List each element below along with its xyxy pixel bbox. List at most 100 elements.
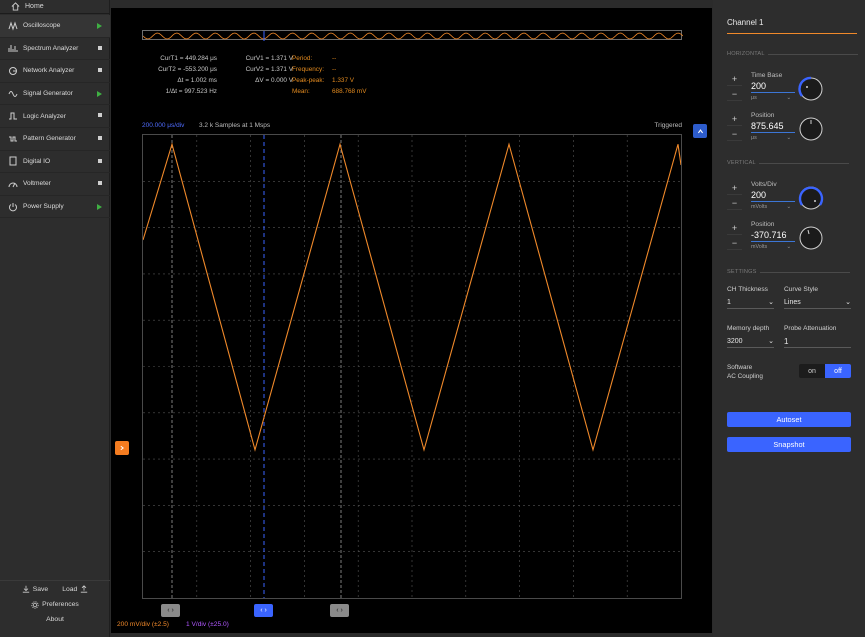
cursor-dt: Δt = 1.002 ms [177, 77, 217, 84]
sidebar-item-oscilloscope[interactable]: Oscilloscope [0, 15, 110, 38]
gear-icon [31, 600, 39, 609]
stop-status-icon[interactable] [98, 135, 102, 140]
sidebar-item-network-analyzer[interactable]: Network Analyzer [0, 60, 110, 83]
home-icon [11, 2, 20, 11]
v-position-knob[interactable] [798, 225, 824, 251]
sidebar-item-voltmeter[interactable]: Voltmeter [0, 173, 110, 196]
ac-coupling-toggle[interactable]: on off [799, 364, 851, 378]
curve-style-select[interactable]: Curve Style Lines ⌄ [784, 286, 851, 309]
run-status-icon[interactable] [97, 23, 102, 29]
sidebar-item-signal-generator[interactable]: Signal Generator [0, 83, 110, 106]
memory-depth-value: 3200 [727, 338, 743, 345]
volts-div-unit-select[interactable]: mVolts ⌄ [751, 204, 791, 210]
curve-style-value: Lines [784, 299, 801, 306]
sidebar-item-label: Signal Generator [23, 90, 73, 98]
sidebar-item-power-supply[interactable]: Power Supply [0, 196, 110, 219]
sidebar-item-label: Spectrum Analyzer [23, 44, 79, 52]
run-status-icon[interactable] [97, 90, 102, 97]
trigger-position-handle[interactable]: ‹ › [254, 604, 273, 617]
chevron-up-icon [697, 128, 703, 133]
v-position-minus-button[interactable]: − [727, 237, 742, 250]
channel-title-underline [727, 33, 857, 34]
sidebar-item-label: Network Analyzer [23, 67, 75, 75]
drag-arrows-icon: ‹ › [167, 607, 174, 614]
channel1-scale: 200 mV/div (±2.5) [117, 621, 169, 628]
home-button[interactable]: Home [0, 0, 110, 14]
ch-thickness-select[interactable]: CH Thickness 1 ⌄ [727, 286, 774, 309]
chevron-down-icon: ⌄ [768, 338, 774, 345]
network-icon [8, 66, 18, 76]
sidebar-item-logic-analyzer[interactable]: Logic Analyzer [0, 105, 110, 128]
v-position-plus-button[interactable]: + [727, 222, 742, 235]
h-position-label: Position [751, 112, 775, 119]
channel1-offset-handle[interactable] [115, 441, 129, 455]
sidebar-item-label: Voltmeter [23, 180, 51, 188]
run-status-icon[interactable] [97, 203, 102, 210]
preferences-button[interactable]: Preferences [0, 597, 110, 612]
sidebar-item-label: Pattern Generator [23, 135, 76, 143]
probe-attenuation-input[interactable]: 1 [784, 335, 851, 348]
voltmeter-icon [8, 179, 18, 189]
load-button[interactable]: Load [62, 585, 88, 593]
cursor-t1-handle[interactable]: ‹ › [161, 604, 180, 617]
channel-title[interactable]: Channel 1 [727, 18, 763, 27]
signal-icon [8, 89, 18, 99]
time-base-plus-button[interactable]: + [727, 73, 742, 86]
stop-status-icon[interactable] [98, 158, 102, 163]
section-title: HORIZONTAL [727, 51, 765, 57]
plot-canvas [143, 135, 681, 598]
v-position-stepper: + − [727, 222, 742, 250]
stop-status-icon[interactable] [98, 45, 102, 50]
sidebar-item-pattern-generator[interactable]: Pattern Generator [0, 128, 110, 151]
stop-status-icon[interactable] [98, 181, 102, 186]
cursor-dv: ΔV = 0.000 V [255, 77, 293, 84]
chevron-down-icon: ⌄ [786, 95, 791, 101]
signal-overview[interactable] [142, 30, 684, 41]
unit-label: μs [751, 95, 757, 101]
v-position-label: Position [751, 221, 775, 228]
volts-div-minus-button[interactable]: − [727, 197, 742, 210]
time-base-knob[interactable] [798, 76, 824, 102]
save-button[interactable]: Save [22, 585, 49, 593]
stop-status-icon[interactable] [98, 113, 102, 118]
meas-label: Frequency: [292, 66, 324, 73]
time-base-field: Time Base 200 μs ⌄ [751, 72, 795, 101]
sidebar-item-spectrum-analyzer[interactable]: Spectrum Analyzer [0, 38, 110, 61]
snapshot-button[interactable]: Snapshot [727, 437, 851, 452]
ac-coupling-on[interactable]: on [799, 364, 825, 378]
meas-value: -- [332, 55, 337, 62]
h-position-plus-button[interactable]: + [727, 113, 742, 126]
h-position-knob[interactable] [798, 116, 824, 142]
chevron-down-icon: ⌄ [768, 299, 774, 306]
about-button[interactable]: About [0, 612, 110, 626]
load-label: Load [62, 585, 78, 593]
stop-status-icon[interactable] [98, 68, 102, 73]
memory-depth-label: Memory depth [727, 325, 770, 332]
about-label: About [46, 615, 64, 623]
v-position-unit-select[interactable]: mVolts ⌄ [751, 244, 791, 250]
sidebar-item-digital-io[interactable]: Digital IO [0, 151, 110, 174]
h-position-minus-button[interactable]: − [727, 128, 742, 141]
volts-div-plus-button[interactable]: + [727, 182, 742, 195]
cursor-t2-handle[interactable]: ‹ › [330, 604, 349, 617]
time-base-input[interactable]: 200 [751, 80, 795, 93]
h-position-unit-select[interactable]: μs ⌄ [751, 135, 791, 141]
cursor-v1: CurV1 = 1.371 V [245, 55, 293, 62]
sidebar-item-label: Digital IO [23, 157, 51, 165]
save-label: Save [32, 585, 49, 593]
ch-thickness-value: 1 [727, 299, 731, 306]
autoset-button[interactable]: Autoset [727, 412, 851, 427]
waveform-plot[interactable] [142, 134, 682, 599]
volts-div-label: Volts/Div [751, 181, 777, 188]
channel-settings-panel: Channel 1 HORIZONTAL + − Time Base 200 μ… [713, 0, 865, 637]
time-base-unit-select[interactable]: μs ⌄ [751, 95, 791, 101]
volts-div-knob[interactable] [798, 185, 824, 211]
time-base-minus-button[interactable]: − [727, 88, 742, 101]
ac-coupling-off[interactable]: off [825, 364, 851, 378]
h-position-input[interactable]: 875.645 [751, 120, 795, 133]
home-label: Home [25, 3, 44, 10]
volts-div-input[interactable]: 200 [751, 189, 795, 202]
trigger-level-handle[interactable] [693, 124, 707, 138]
v-position-input[interactable]: -370.716 [751, 229, 795, 242]
memory-depth-select[interactable]: Memory depth 3200 ⌄ [727, 325, 774, 348]
